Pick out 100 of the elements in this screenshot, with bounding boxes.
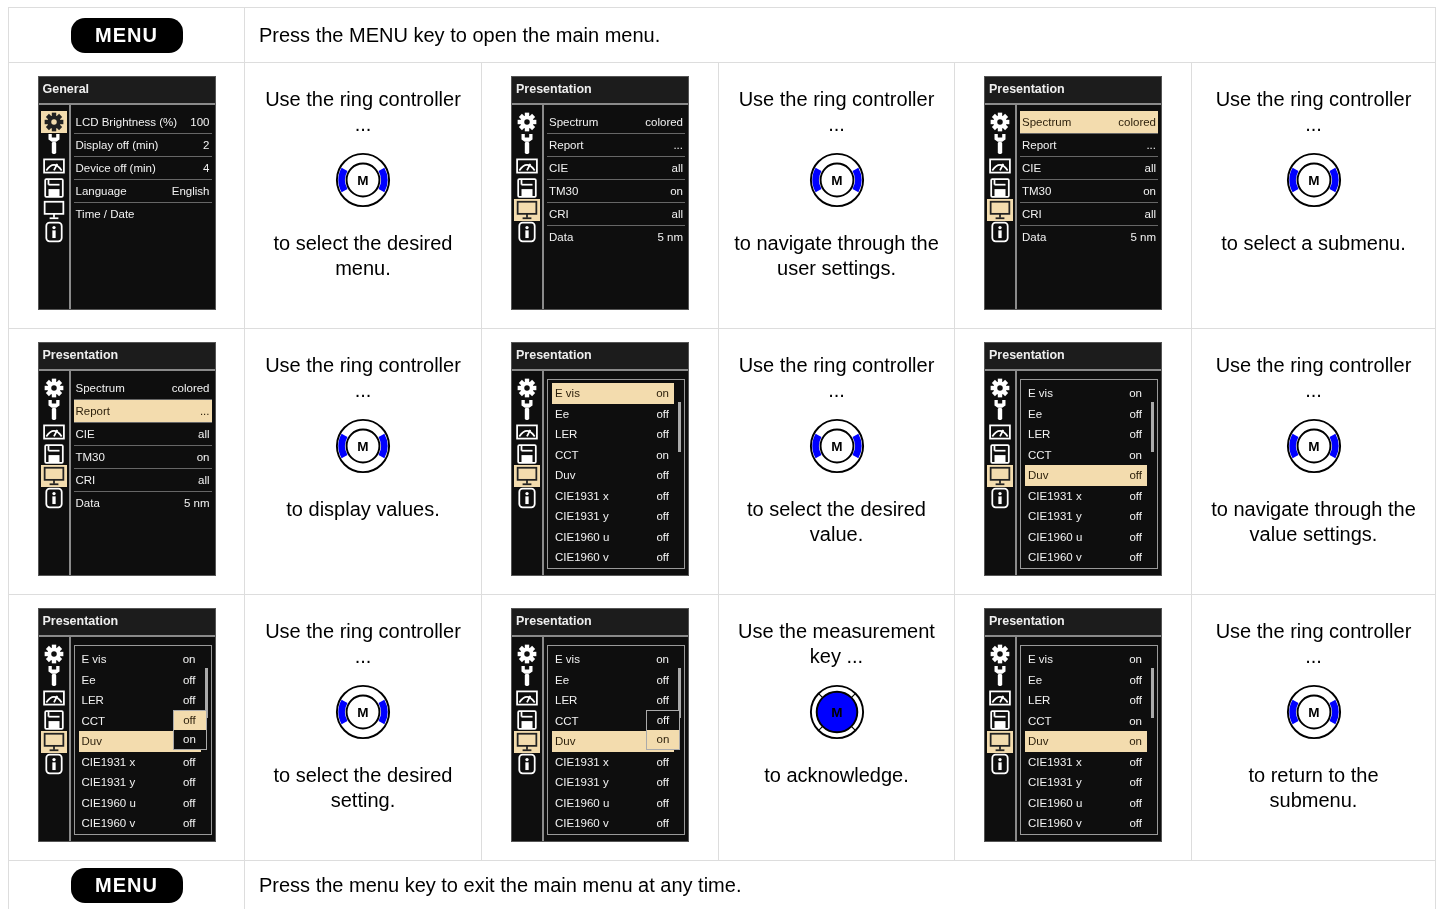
item-label: CRI (549, 208, 569, 220)
list-item[interactable]: CIE1931 y off (78, 772, 201, 793)
list-item[interactable]: Ee off (78, 669, 201, 690)
option-item[interactable]: off (173, 711, 206, 730)
gear-icon[interactable] (42, 377, 65, 399)
list-item[interactable]: E vis on (1025, 383, 1147, 404)
menu-item[interactable]: Display off (min) 2 (73, 134, 212, 157)
list-item[interactable]: Duv off (1025, 465, 1147, 486)
list-item[interactable]: CIE1931 x off (552, 751, 674, 772)
list-item[interactable]: Duv on (1025, 731, 1147, 752)
list-item[interactable]: CIE1960 v off (552, 547, 674, 568)
scrollbar[interactable] (1151, 402, 1154, 452)
item-label: CIE1931 x (1028, 755, 1082, 768)
menu-item[interactable]: Report ... (73, 400, 212, 423)
list-item[interactable]: CIE1931 y off (1025, 772, 1147, 793)
list-item[interactable]: CIE1931 x off (552, 485, 674, 506)
menu-item[interactable]: Language English (73, 180, 212, 203)
list-item[interactable]: Ee off (552, 669, 674, 690)
menu-item[interactable]: Report ... (1020, 134, 1158, 157)
menu-item[interactable]: CIE all (73, 423, 212, 446)
item-value: 2 (203, 139, 210, 151)
monitor-icon[interactable] (42, 731, 65, 753)
list-item[interactable]: CCT on (552, 444, 674, 465)
list-item[interactable]: CIE1960 v off (1025, 813, 1147, 834)
list-item[interactable]: CIE1960 u off (552, 792, 674, 813)
menu-item[interactable]: CRI all (1020, 203, 1158, 226)
instruction-text: Use the ring controller ... (1214, 619, 1413, 669)
list-item[interactable]: LER off (552, 690, 674, 711)
list-item[interactable]: CIE1931 x off (78, 751, 201, 772)
list-item[interactable]: CIE1960 v off (78, 813, 201, 834)
menu-item[interactable]: Data 5 nm (547, 226, 685, 248)
info-icon[interactable] (42, 487, 65, 509)
menu-item[interactable]: Report ... (547, 134, 685, 157)
list-item[interactable]: LER off (1025, 424, 1147, 445)
info-icon[interactable] (516, 221, 538, 243)
monitor-icon[interactable] (516, 199, 538, 221)
monitor-icon[interactable] (42, 465, 65, 487)
ring-controller-icon: M (807, 417, 866, 475)
item-value: on (182, 653, 196, 666)
list-item[interactable]: LER off (552, 424, 674, 445)
list-item[interactable]: CCT on (1025, 710, 1147, 731)
list-item[interactable]: Duv off (552, 465, 674, 486)
menu-item[interactable]: LCD Brightness (%) 100 (73, 111, 212, 134)
list-item[interactable]: E vis on (78, 649, 201, 670)
option-item[interactable]: off (647, 711, 679, 730)
info-icon[interactable] (516, 487, 538, 509)
info-icon[interactable] (516, 753, 538, 775)
menu-item[interactable]: Device off (min) 4 (73, 157, 212, 180)
list-item[interactable]: CIE1931 y off (552, 506, 674, 527)
menu-item[interactable]: Data 5 nm (73, 492, 212, 514)
list-item[interactable]: Ee off (552, 403, 674, 424)
info-icon[interactable] (989, 221, 1011, 243)
list-item[interactable]: CIE1960 u off (1025, 526, 1147, 547)
list-item[interactable]: CIE1960 v off (1025, 547, 1147, 568)
list-item[interactable]: Ee off (1025, 669, 1147, 690)
menu-item[interactable]: Time / Date (73, 203, 212, 225)
menu-item[interactable]: CRI all (73, 469, 212, 492)
scrollbar[interactable] (1151, 668, 1154, 718)
info-icon[interactable] (42, 221, 65, 243)
menu-item[interactable]: CRI all (547, 203, 685, 226)
list-item[interactable]: CIE1960 u off (78, 792, 201, 813)
list-item[interactable]: CIE1931 y off (1025, 506, 1147, 527)
list-item[interactable]: CIE1931 x off (1025, 485, 1147, 506)
list-item[interactable]: CIE1960 u off (552, 526, 674, 547)
info-icon[interactable] (989, 487, 1011, 509)
gear-icon[interactable] (42, 643, 65, 665)
option-item[interactable]: on (647, 730, 679, 749)
list-item[interactable]: CIE1931 x off (1025, 751, 1147, 772)
info-icon[interactable] (989, 753, 1011, 775)
menu-item[interactable]: Data 5 nm (1020, 226, 1158, 248)
item-value: off (1129, 673, 1142, 686)
menu-item[interactable]: CIE all (547, 157, 685, 180)
monitor-icon[interactable] (989, 199, 1011, 221)
menu-item[interactable]: TM30 on (1020, 180, 1158, 203)
menu-item[interactable]: CIE all (1020, 157, 1158, 180)
menu-item[interactable]: Spectrum colored (547, 111, 685, 134)
list-item[interactable]: CIE1960 u off (1025, 792, 1147, 813)
menu-item[interactable]: Spectrum colored (1020, 111, 1158, 134)
scrollbar[interactable] (678, 402, 681, 452)
monitor-icon[interactable] (516, 731, 538, 753)
list-item[interactable]: CIE1931 y off (552, 772, 674, 793)
list-item[interactable]: E vis on (552, 383, 674, 404)
list-item[interactable]: Ee off (1025, 403, 1147, 424)
list-item[interactable]: E vis on (1025, 649, 1147, 670)
list-item[interactable]: CCT on (1025, 444, 1147, 465)
info-icon[interactable] (42, 753, 65, 775)
item-label: E vis (555, 653, 580, 666)
list-item[interactable]: LER off (1025, 690, 1147, 711)
item-value: off (656, 469, 669, 482)
gear-icon[interactable] (42, 111, 65, 133)
list-item[interactable]: E vis on (552, 649, 674, 670)
instruction-text: to select the desired value. (746, 497, 927, 547)
menu-item[interactable]: TM30 on (547, 180, 685, 203)
list-item[interactable]: LER off (78, 690, 201, 711)
monitor-icon[interactable] (989, 465, 1011, 487)
menu-item[interactable]: TM30 on (73, 446, 212, 469)
monitor-icon[interactable] (42, 199, 65, 221)
list-item[interactable]: CIE1960 v off (552, 813, 674, 834)
monitor-icon[interactable] (989, 731, 1011, 753)
monitor-icon[interactable] (516, 465, 538, 487)
